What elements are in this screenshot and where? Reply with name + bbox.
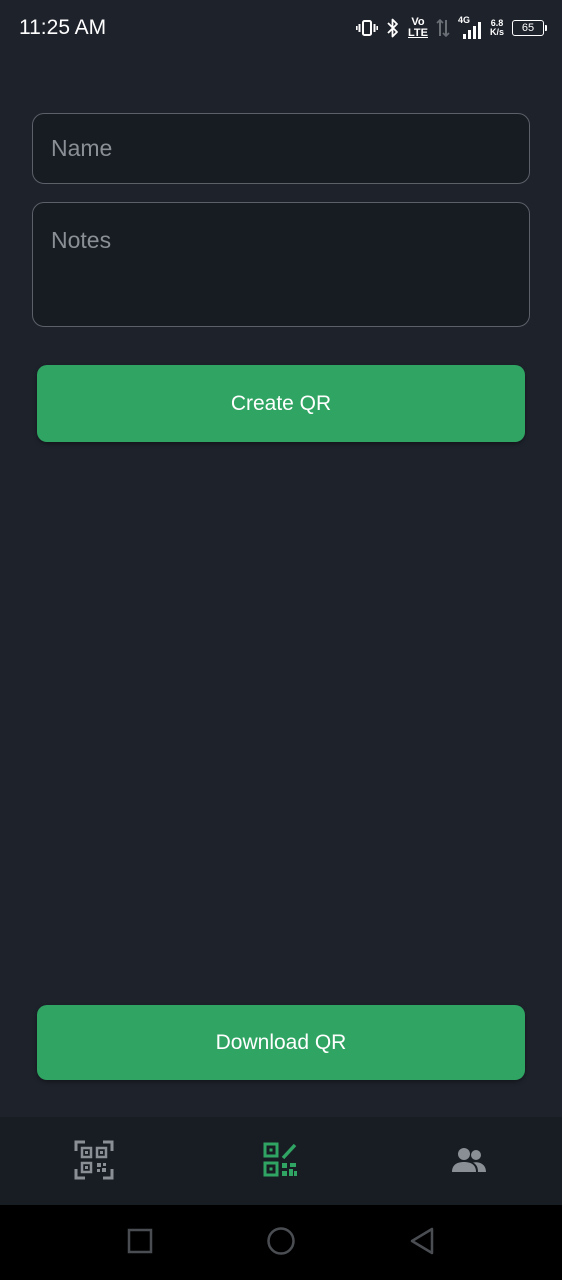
battery-icon: 65 [512,20,547,36]
battery-level: 65 [521,22,535,34]
name-input[interactable] [33,114,529,183]
nav-scan-tab[interactable] [71,1139,117,1185]
bluetooth-icon [386,17,400,39]
recents-button[interactable] [124,1227,156,1259]
nav-people-tab[interactable] [446,1139,492,1185]
qr-create-icon [261,1140,301,1185]
volte-indicator: Vo LTE [408,17,428,39]
name-field-container [32,113,530,184]
people-icon [451,1145,487,1180]
back-button[interactable] [406,1227,438,1259]
signal-strength-icon [462,22,481,39]
vibrate-icon [356,18,379,38]
data-transfer-icon [436,18,450,38]
status-bar: 11:25 AM Vo LTE 4G 6.8 K/s 65 [0,0,562,56]
bottom-navigation [0,1117,562,1205]
volte-bottom-text: LTE [408,27,428,39]
triangle-back-icon [409,1227,435,1260]
qr-scan-icon [74,1140,114,1185]
download-qr-button[interactable]: Download QR [37,1005,525,1080]
create-qr-button[interactable]: Create QR [37,365,525,442]
home-button[interactable] [265,1226,297,1261]
square-icon [127,1228,153,1259]
status-time: 11:25 AM [19,16,107,39]
notes-field-container [32,202,530,327]
network-speed-unit: K/s [489,27,504,37]
app-screen: 11:25 AM Vo LTE 4G 6.8 K/s 65 Name Notes… [0,0,562,1280]
system-navigation-bar [0,1205,562,1280]
circle-icon [266,1226,296,1261]
signal-indicator: 4G [458,16,482,40]
network-speed: 6.8 K/s [490,19,504,37]
status-icons: Vo LTE 4G 6.8 K/s 65 [356,14,547,42]
notes-input[interactable] [33,203,529,326]
nav-create-tab[interactable] [258,1139,304,1185]
